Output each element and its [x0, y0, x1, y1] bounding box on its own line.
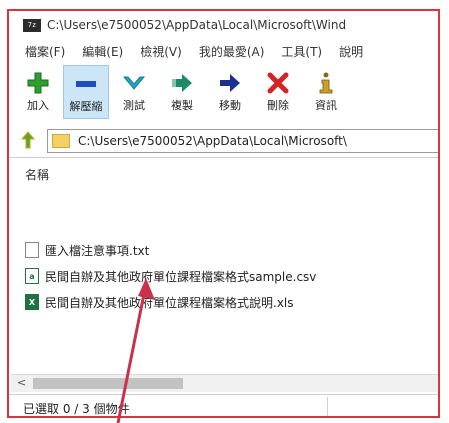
- move-label: 移動: [219, 99, 241, 112]
- menu-tools[interactable]: 工具(T): [281, 43, 322, 60]
- address-bar: C:\Users\e7500052\AppData\Local\Microsof…: [9, 127, 438, 155]
- folder-icon: [52, 134, 70, 148]
- menu-file[interactable]: 檔案(F): [25, 43, 65, 60]
- column-header-name[interactable]: 名稱: [25, 166, 49, 183]
- move-button[interactable]: 移動: [207, 65, 253, 119]
- copy-icon: [170, 71, 194, 95]
- delete-icon: [266, 71, 290, 95]
- csv-file-icon: a: [25, 268, 39, 284]
- extract-label: 解壓縮: [69, 100, 103, 113]
- status-divider: [327, 397, 328, 416]
- info-icon: [314, 71, 338, 95]
- status-bar: 已選取 0 / 3 個物件: [9, 394, 438, 416]
- add-button[interactable]: 加入: [15, 65, 61, 119]
- list-item[interactable]: a 民間自辦及其他政府單位課程檔案格式sample.csv: [25, 266, 316, 286]
- highlight-frame: 7z C:\Users\e7500052\AppData\Local\Micro…: [7, 9, 440, 418]
- list-item[interactable]: X 民間自辦及其他政府單位課程檔案格式說明.xls: [25, 292, 294, 312]
- status-text: 已選取 0 / 3 個物件: [23, 402, 130, 416]
- menu-bar: 檔案(F) 編輯(E) 檢視(V) 我的最愛(A) 工具(T) 說明: [9, 39, 438, 63]
- info-button[interactable]: 資訊: [303, 65, 349, 119]
- delete-button[interactable]: 刪除: [255, 65, 301, 119]
- test-button[interactable]: 測試: [111, 65, 157, 119]
- address-path: C:\Users\e7500052\AppData\Local\Microsof…: [78, 134, 347, 148]
- delete-label: 刪除: [267, 99, 289, 112]
- scroll-left-icon[interactable]: <: [17, 376, 26, 389]
- scroll-thumb[interactable]: [33, 378, 183, 389]
- address-field[interactable]: C:\Users\e7500052\AppData\Local\Microsof…: [47, 129, 438, 153]
- menu-favorites[interactable]: 我的最愛(A): [199, 43, 265, 60]
- title-bar[interactable]: 7z C:\Users\e7500052\AppData\Local\Micro…: [9, 11, 438, 39]
- file-name: 民間自辦及其他政府單位課程檔案格式sample.csv: [45, 269, 317, 284]
- menu-edit[interactable]: 編輯(E): [82, 43, 123, 60]
- up-folder-icon[interactable]: [19, 131, 37, 151]
- toolbar: 加入 解壓縮 測試 複製 移動 刪除 資訊: [9, 65, 438, 123]
- file-list: 名稱 匯入檔注意事項.txt a 民間自辦及其他政府單位課程檔案格式sample…: [9, 157, 438, 378]
- list-item[interactable]: 匯入檔注意事項.txt: [25, 240, 149, 260]
- file-name: 民間自辦及其他政府單位課程檔案格式說明.xls: [45, 295, 294, 310]
- add-label: 加入: [27, 99, 49, 112]
- app-icon: 7z: [23, 18, 41, 32]
- menu-view[interactable]: 檢視(V): [140, 43, 182, 60]
- archive-window: 7z C:\Users\e7500052\AppData\Local\Micro…: [9, 11, 438, 416]
- info-label: 資訊: [315, 99, 337, 112]
- move-icon: [218, 71, 242, 95]
- excel-file-icon: X: [25, 294, 39, 310]
- add-icon: [26, 71, 50, 95]
- file-name: 匯入檔注意事項.txt: [45, 243, 150, 258]
- test-icon: [122, 71, 146, 95]
- test-label: 測試: [123, 99, 145, 112]
- horizontal-scrollbar[interactable]: <: [11, 374, 438, 392]
- menu-help[interactable]: 說明: [339, 43, 363, 60]
- extract-button[interactable]: 解壓縮: [63, 65, 109, 119]
- text-file-icon: [25, 242, 39, 258]
- copy-button[interactable]: 複製: [159, 65, 205, 119]
- extract-icon: [74, 72, 98, 96]
- window-title: C:\Users\e7500052\AppData\Local\Microsof…: [47, 18, 347, 32]
- copy-label: 複製: [171, 99, 193, 112]
